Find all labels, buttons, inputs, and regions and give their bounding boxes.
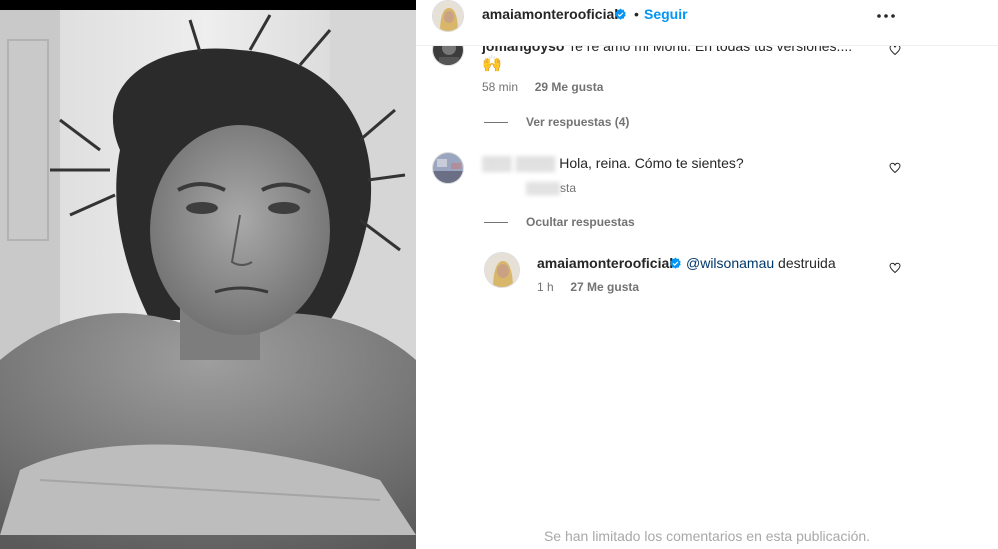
avatar-image <box>433 1 463 31</box>
comments-panel: jomangoyso Te re amo mi Monti. En todas … <box>416 0 998 549</box>
reply-author[interactable]: amaiamonterooficial <box>537 255 673 271</box>
follow-button[interactable]: Seguir <box>644 6 688 22</box>
reply-body-text: destruida <box>774 255 836 271</box>
commenter-avatar[interactable] <box>432 152 464 184</box>
avatar-image <box>433 153 463 183</box>
hide-replies-button[interactable]: Ocultar respuestas <box>526 215 635 229</box>
avatar-image <box>485 253 519 287</box>
replies-divider <box>484 222 508 223</box>
verified-badge-icon <box>670 257 681 269</box>
reply-time[interactable]: 1 h <box>537 280 554 294</box>
post-header: amaiamonterooficial • Seguir <box>416 0 998 46</box>
comment-author-obscured[interactable]: ▒▒▒ ▒▒▒▒ <box>482 155 555 171</box>
reply-text: amaiamonterooficial <box>537 255 673 271</box>
comment-likes[interactable]: 29 Me gusta <box>535 80 604 94</box>
comment-meta-tail: sta <box>560 181 577 195</box>
selfie-photo <box>0 0 416 549</box>
comment-meta-obscured: ▒▒▒▒ <box>526 181 561 195</box>
mention-link[interactable]: @wilsonamau <box>686 255 774 271</box>
replies-divider <box>484 122 508 123</box>
author-username[interactable]: amaiamonterooficial <box>482 6 618 22</box>
author-avatar[interactable] <box>432 0 464 32</box>
reply-meta: 1 h 27 Me gusta <box>537 280 639 294</box>
like-heart-icon[interactable] <box>889 162 901 174</box>
comment-time[interactable]: 58 min <box>482 80 518 94</box>
comments-limited-notice: Se han limitado los comentarios en esta … <box>543 528 871 544</box>
header-separator: • <box>634 6 639 22</box>
like-heart-icon[interactable] <box>889 262 901 274</box>
verified-badge-icon <box>615 8 626 20</box>
post-photo <box>0 0 416 549</box>
comment-text: ▒▒▒ ▒▒▒▒ Hola, reina. Cómo te sientes? <box>482 155 744 171</box>
comment-meta: ▒▒▒▒sta <box>526 181 576 195</box>
comment-meta: 58 min 29 Me gusta <box>482 80 603 94</box>
more-options-icon[interactable] <box>874 8 898 24</box>
reply-likes[interactable]: 27 Me gusta <box>570 280 639 294</box>
emoji-icon: 🙌 <box>482 56 502 73</box>
view-replies-button[interactable]: Ver respuestas (4) <box>526 115 629 129</box>
reply-author-avatar[interactable] <box>484 252 520 288</box>
post-modal: jomangoyso Te re amo mi Monti. En todas … <box>0 0 998 549</box>
comment-body: Hola, reina. Cómo te sientes? <box>559 155 744 171</box>
reply-body: @wilsonamau destruida <box>686 255 836 271</box>
